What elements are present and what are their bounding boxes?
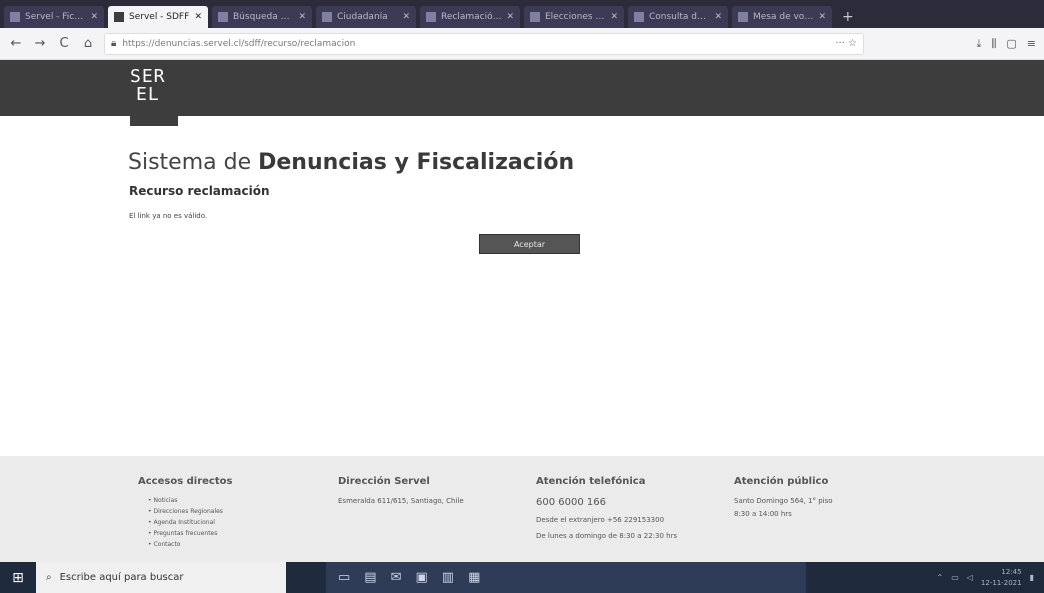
browser-tab-active[interactable]: Servel - SDFF ✕ (108, 6, 208, 28)
favicon-icon (10, 12, 20, 22)
tab-label: Servel - Ficha SERVEL (25, 12, 86, 22)
back-button[interactable]: ← (8, 36, 24, 51)
browser-tab-strip: Servel - Ficha SERVEL ✕ Servel - SDFF ✕ Bú… (0, 0, 1044, 28)
title-light: Sistema de (128, 150, 259, 175)
close-tab-icon[interactable]: ✕ (90, 12, 98, 22)
page-actions-icon[interactable]: ··· ☆ (835, 38, 857, 49)
site-header: SER EL (0, 60, 1044, 116)
favicon-icon (634, 12, 644, 22)
windows-taskbar: ⊞ ⌕ Escribe aquí para buscar ▭ ▤ ✉ ▣ ▥ ▦… (0, 562, 1044, 593)
system-tray: ⌃ ▭ ◁ 12:45 12-11-2021 ▮ (936, 567, 1044, 589)
notifications-icon[interactable]: ▮ (1030, 573, 1034, 582)
footer-publico: Atención público Santo Domingo 564, 1° p… (734, 476, 833, 523)
favicon-icon (426, 12, 436, 22)
favicon-icon (114, 12, 124, 22)
store-icon[interactable]: ▦ (468, 570, 480, 585)
menu-icon[interactable]: ≡ (1027, 37, 1036, 51)
close-tab-icon[interactable]: ✕ (194, 12, 202, 22)
footer-address: Esmeralda 611/615, Santiago, Chile (338, 497, 464, 505)
accept-button[interactable]: Aceptar (479, 234, 580, 254)
search-placeholder: Escribe aquí para buscar (59, 572, 184, 583)
tab-label: Mesa de votación (753, 12, 814, 22)
favicon-icon (530, 12, 540, 22)
browser-tab[interactable]: Consulta datos ✕ (628, 6, 728, 28)
footer-link[interactable]: Agenda Institucional (148, 519, 232, 526)
network-icon[interactable]: ▭ (951, 573, 959, 582)
site-footer: Accesos directos Noticias Direcciones Re… (0, 456, 1044, 562)
close-tab-icon[interactable]: ✕ (402, 12, 410, 22)
volume-icon[interactable]: ◁ (967, 573, 973, 582)
footer-heading: Dirección Servel (338, 476, 430, 487)
clock-date: 12-11-2021 (980, 578, 1022, 587)
footer-link[interactable]: Noticias (148, 497, 232, 504)
favicon-icon (322, 12, 332, 22)
close-tab-icon[interactable]: ✕ (298, 12, 306, 22)
tray-chevron-icon[interactable]: ⌃ (936, 573, 943, 582)
servel-logo[interactable]: SER EL (130, 68, 166, 104)
browser-tab[interactable]: Mesa de votación ✕ (732, 6, 832, 28)
footer-accesos: Accesos directos Noticias Direcciones Re… (138, 476, 232, 552)
taskbar-search[interactable]: ⌕ Escribe aquí para buscar (36, 562, 286, 593)
lock-icon: 🔒︎ (111, 38, 117, 49)
reload-button[interactable]: C (56, 36, 72, 51)
windows-start-icon[interactable]: ⊞ (0, 562, 36, 593)
taskbar-clock[interactable]: 12:45 12-11-2021 (981, 567, 1022, 589)
footer-public-hours: 8:30 a 14:00 hrs (734, 510, 792, 518)
tab-label: Búsqueda Servel (233, 12, 295, 22)
browser-tab[interactable]: Búsqueda Servel✕ (212, 6, 312, 28)
footer-link[interactable]: Contacto (148, 541, 232, 548)
footer-links: Noticias Direcciones Regionales Agenda I… (138, 497, 232, 548)
footer-link[interactable]: Direcciones Regionales (148, 508, 232, 515)
footer-phone[interactable]: 600 6000 166 (536, 497, 677, 508)
tab-label: Ciudadanía (337, 12, 388, 22)
footer-heading: Atención público (734, 476, 829, 487)
close-tab-icon[interactable]: ✕ (818, 12, 826, 22)
app-icon[interactable]: ▣ (416, 570, 428, 585)
footer-link[interactable]: Preguntas frecuentes (148, 530, 232, 537)
tab-label: Elecciones 2021 (545, 12, 607, 22)
taskbar-apps: ▭ ▤ ✉ ▣ ▥ ▦ (326, 562, 806, 593)
browser-tab[interactable]: Servel - Ficha SERVEL ✕ (4, 6, 104, 28)
task-view-icon[interactable]: ▭ (338, 570, 350, 585)
page-title: Sistema de Denuncias y Fiscalización (128, 150, 574, 175)
search-icon: ⌕ (46, 572, 52, 583)
close-tab-icon[interactable]: ✕ (714, 12, 722, 22)
browser-tab[interactable]: Ciudadanía ✕ (316, 6, 416, 28)
footer-phone-hours: De lunes a domingo de 8:30 a 22:30 hrs (536, 532, 678, 540)
browser-tab[interactable]: Reclamación - Portal ✕ (420, 6, 520, 28)
tab-label: Consulta datos (649, 12, 711, 22)
tab-label: Servel - SDFF (129, 12, 190, 22)
browser-tab[interactable]: Elecciones 2021✕ (524, 6, 624, 28)
logo-line-2: EL (136, 84, 160, 105)
footer-heading: Accesos directos (138, 476, 233, 487)
mail-icon[interactable]: ✉ (391, 570, 402, 585)
logo-underline (130, 116, 178, 126)
clock-time: 12:45 (1001, 567, 1022, 576)
close-tab-icon[interactable]: ✕ (506, 12, 514, 22)
file-explorer-icon[interactable]: ▤ (364, 570, 376, 585)
favicon-icon (738, 12, 748, 22)
footer-heading: Atención telefónica (536, 476, 646, 487)
footer-public-address: Santo Domingo 564, 1° piso (734, 497, 833, 505)
home-button[interactable]: ⌂ (80, 36, 96, 51)
footer-direccion: Dirección Servel Esmeralda 611/615, Sant… (338, 476, 464, 510)
favicon-icon (218, 12, 228, 22)
downloads-icon[interactable]: ⤓ (976, 37, 981, 51)
footer-phone-abroad: Desde el extranjero +56 229153300 (536, 516, 665, 524)
browser-toolbar: ← → C ⌂ 🔒︎ https://denuncias.servel.cl/s… (0, 28, 1044, 60)
title-bold: Denuncias y Fiscalización (258, 150, 575, 175)
footer-telefono: Atención telefónica 600 6000 166 Desde e… (536, 476, 677, 545)
toolbar-right-icons: ⤓ ⫼ ▢ ≡ (976, 37, 1036, 51)
url-bar[interactable]: 🔒︎ https://denuncias.servel.cl/sdff/recu… (104, 32, 864, 55)
forward-button[interactable]: → (32, 36, 48, 51)
sidebar-icon[interactable]: ▢ (1006, 37, 1016, 51)
new-tab-button[interactable]: + (836, 6, 860, 28)
tab-label: Reclamación - Portal (441, 12, 502, 22)
url-text[interactable]: https://denuncias.servel.cl/sdff/recurso… (122, 39, 829, 49)
status-message: El link ya no es válido. (129, 212, 208, 220)
library-icon[interactable]: ⫼ (991, 37, 996, 51)
page-subtitle: Recurso reclamación (129, 184, 270, 198)
close-tab-icon[interactable]: ✕ (610, 12, 618, 22)
app-icon[interactable]: ▥ (442, 570, 454, 585)
